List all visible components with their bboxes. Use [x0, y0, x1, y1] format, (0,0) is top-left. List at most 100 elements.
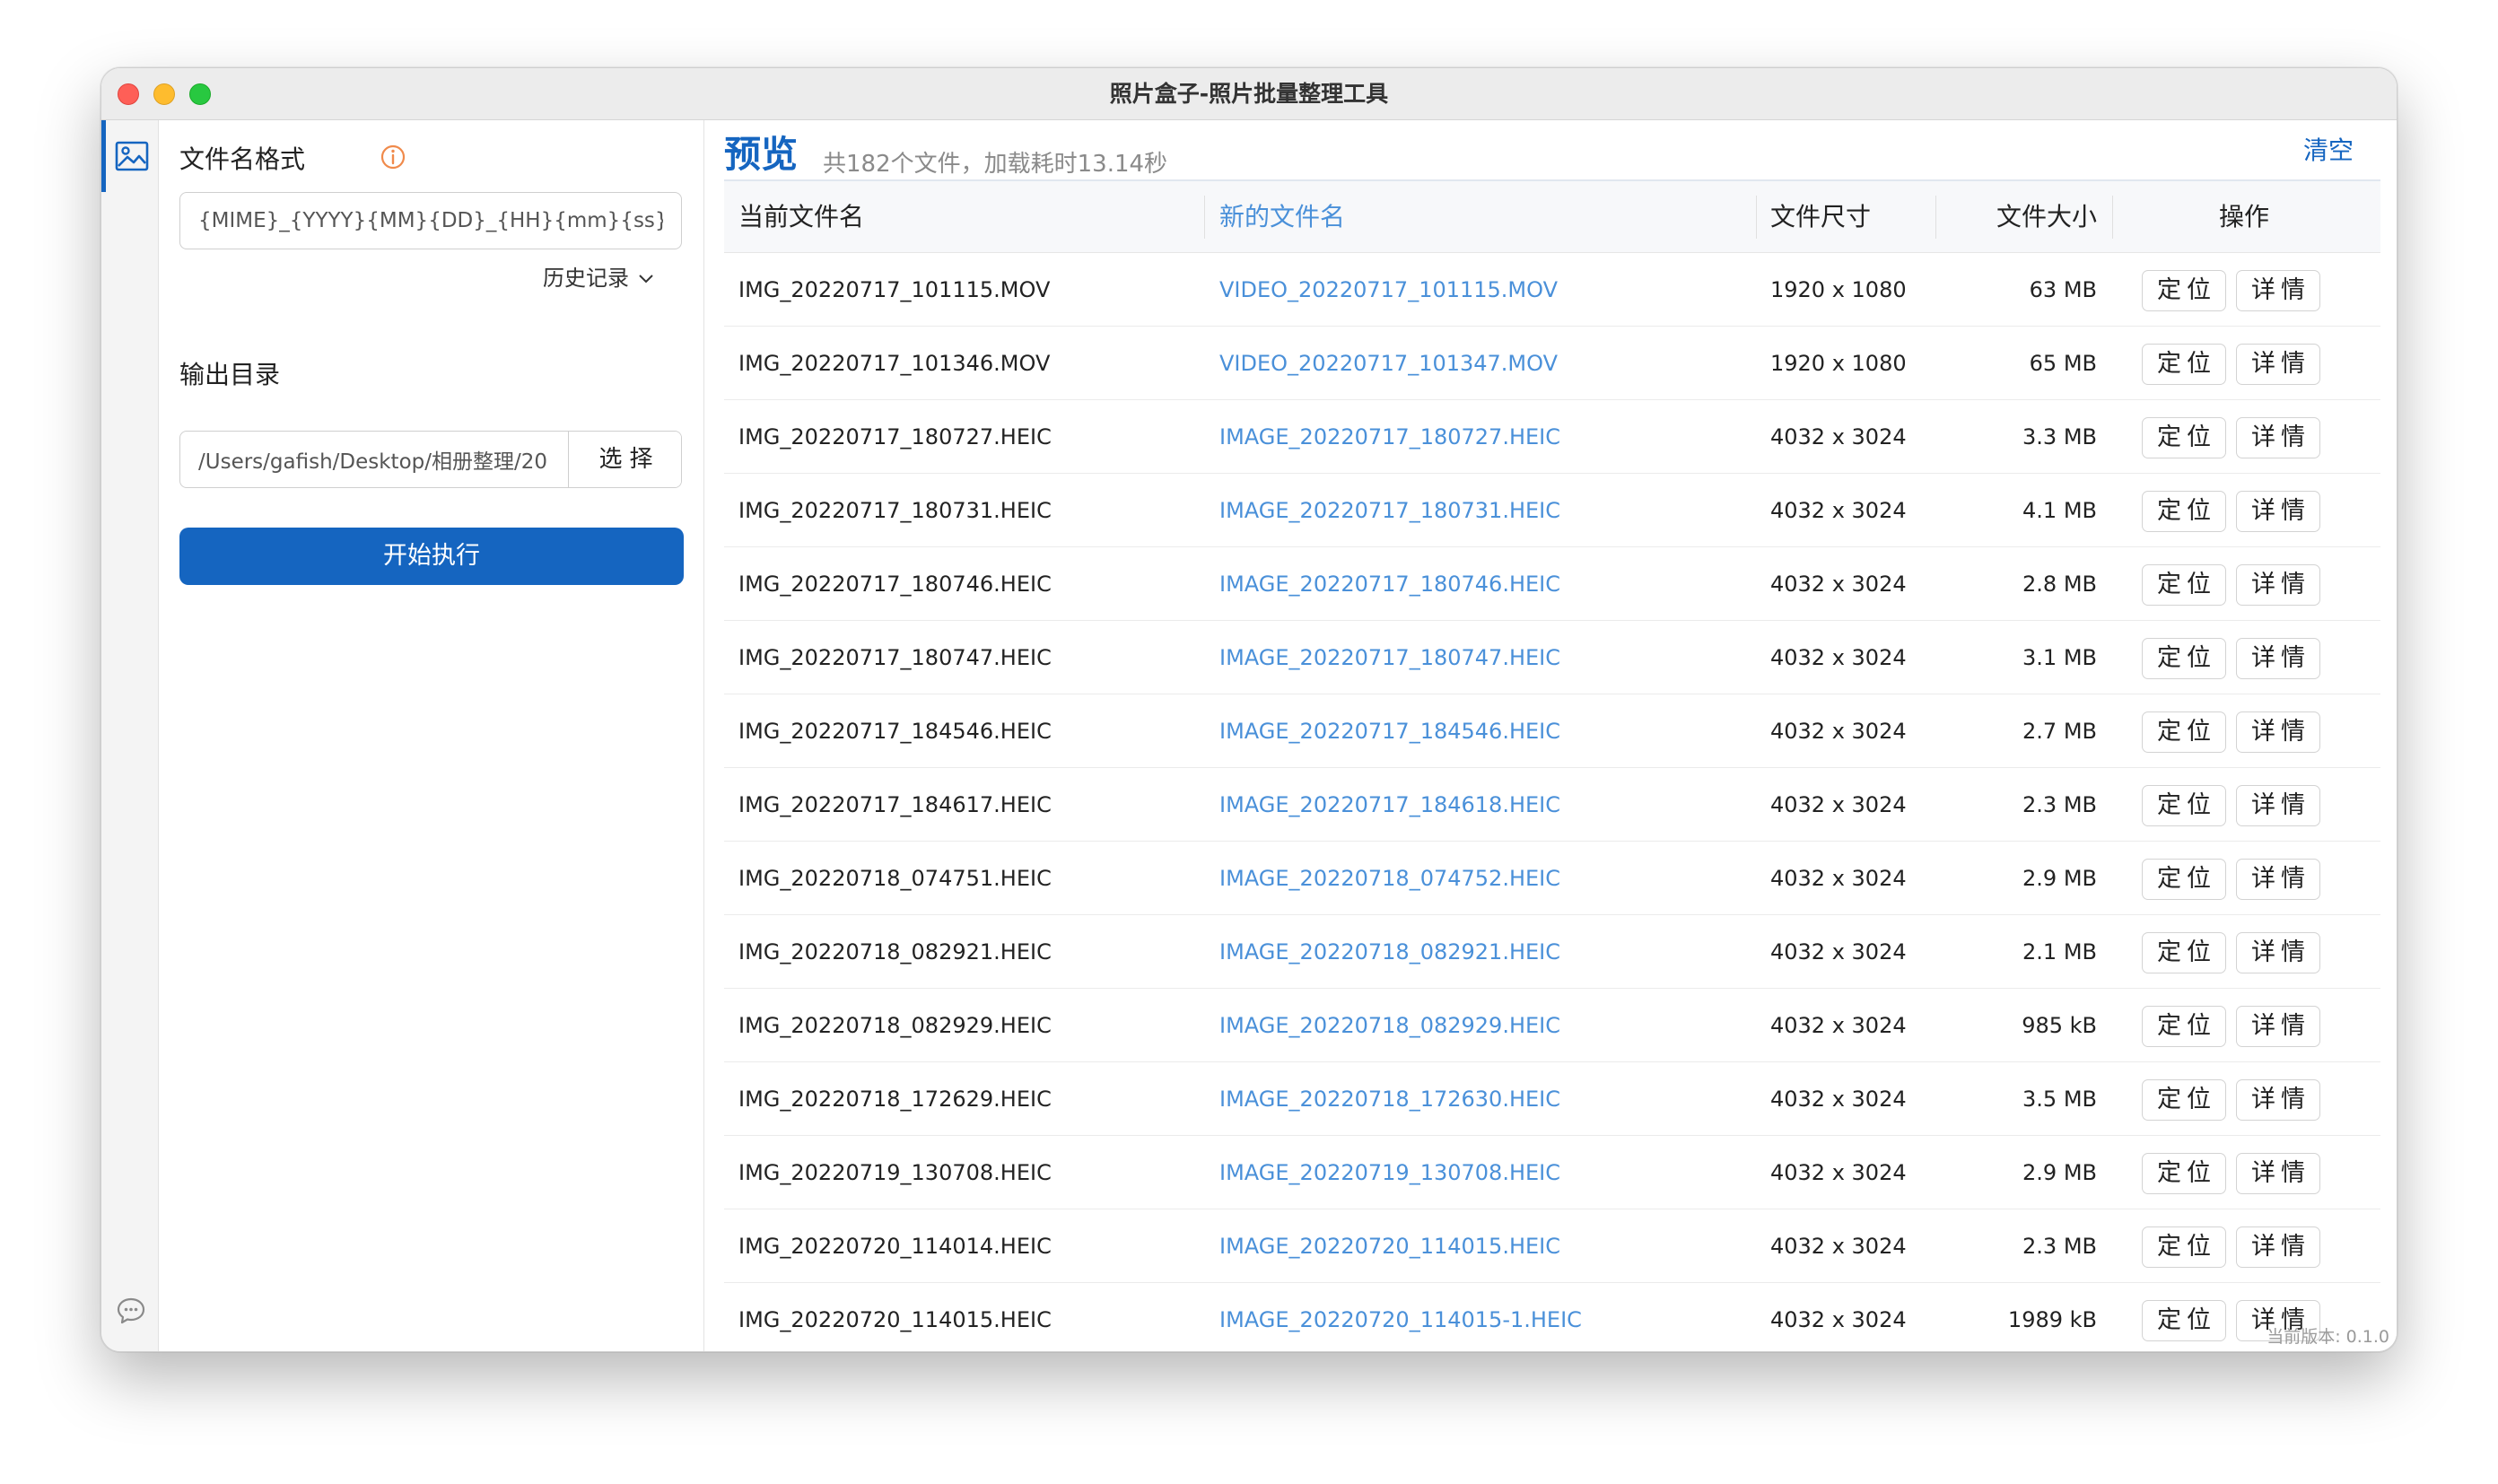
- detail-button[interactable]: 详情: [2236, 1226, 2320, 1268]
- file-dimensions: 4032 x 3024: [1770, 719, 1907, 744]
- locate-button[interactable]: 定位: [2142, 564, 2226, 606]
- column-header-file-size: 文件大小: [1996, 202, 2097, 231]
- new-filename[interactable]: IMAGE_20220717_180747.HEIC: [1219, 621, 1560, 694]
- new-filename[interactable]: IMAGE_20220717_184618.HEIC: [1219, 768, 1560, 842]
- locate-button[interactable]: 定位: [2142, 270, 2226, 311]
- detail-button[interactable]: 详情: [2236, 564, 2320, 606]
- detail-button[interactable]: 详情: [2236, 1006, 2320, 1047]
- icon-sidebar: [101, 120, 159, 1351]
- chat-icon[interactable]: [116, 1296, 146, 1330]
- current-filename: IMG_20220717_180747.HEIC: [738, 645, 1052, 670]
- locate-button[interactable]: 定位: [2142, 859, 2226, 900]
- table-row: IMG_20220717_180747.HEIC IMAGE_20220717_1…: [724, 621, 2380, 694]
- locate-button[interactable]: 定位: [2142, 1079, 2226, 1121]
- file-size: 2.8 MB: [2022, 572, 2097, 597]
- table-row: IMG_20220717_101346.MOV VIDEO_20220717_10…: [724, 327, 2380, 400]
- run-button[interactable]: 开始执行: [179, 528, 684, 585]
- column-header-new-name: 新的文件名: [1219, 202, 1346, 231]
- locate-button[interactable]: 定位: [2142, 491, 2226, 532]
- locate-button[interactable]: 定位: [2142, 1300, 2226, 1341]
- locate-button[interactable]: 定位: [2142, 1226, 2226, 1268]
- file-dimensions: 1920 x 1080: [1770, 277, 1907, 302]
- new-filename[interactable]: IMAGE_20220718_082921.HEIC: [1219, 915, 1560, 989]
- detail-button[interactable]: 详情: [2236, 785, 2320, 826]
- info-icon[interactable]: [380, 144, 406, 174]
- column-divider: [1204, 196, 1205, 239]
- detail-button[interactable]: 详情: [2236, 638, 2320, 679]
- new-filename[interactable]: IMAGE_20220717_184546.HEIC: [1219, 694, 1560, 768]
- column-header-current-name: 当前文件名: [738, 202, 865, 231]
- new-filename[interactable]: IMAGE_20220717_180746.HEIC: [1219, 547, 1560, 621]
- new-filename[interactable]: IMAGE_20220720_114015.HEIC: [1219, 1209, 1560, 1283]
- detail-button[interactable]: 详情: [2236, 491, 2320, 532]
- locate-button[interactable]: 定位: [2142, 417, 2226, 458]
- table-row: IMG_20220718_074751.HEIC IMAGE_20220718_0…: [724, 842, 2380, 915]
- file-dimensions: 4032 x 3024: [1770, 1307, 1907, 1332]
- file-size: 2.9 MB: [2022, 1160, 2097, 1185]
- current-filename: IMG_20220717_101346.MOV: [738, 351, 1051, 376]
- locate-button[interactable]: 定位: [2142, 711, 2226, 753]
- table-row: IMG_20220717_184546.HEIC IMAGE_20220717_1…: [724, 694, 2380, 768]
- history-dropdown[interactable]: 历史记录: [543, 260, 654, 292]
- title-bar: 照片盒子-照片批量整理工具: [101, 68, 2397, 120]
- file-dimensions: 4032 x 3024: [1770, 939, 1907, 965]
- new-filename[interactable]: VIDEO_20220717_101347.MOV: [1219, 327, 1558, 400]
- file-size: 3.1 MB: [2022, 645, 2097, 670]
- detail-button[interactable]: 详情: [2236, 711, 2320, 753]
- current-filename: IMG_20220720_114014.HEIC: [738, 1234, 1052, 1259]
- file-size: 2.3 MB: [2022, 792, 2097, 817]
- output-dir-input[interactable]: [180, 432, 568, 487]
- detail-button[interactable]: 详情: [2236, 270, 2320, 311]
- file-size: 63 MB: [2029, 277, 2097, 302]
- photo-icon[interactable]: [114, 138, 150, 178]
- clear-button[interactable]: 清空: [2303, 131, 2354, 167]
- new-filename[interactable]: IMAGE_20220718_172630.HEIC: [1219, 1062, 1560, 1136]
- new-filename[interactable]: IMAGE_20220719_130708.HEIC: [1219, 1136, 1560, 1209]
- chevron-down-icon: [638, 275, 653, 284]
- file-table-body: IMG_20220717_101115.MOV VIDEO_20220717_10…: [724, 253, 2380, 1351]
- table-row: IMG_20220719_130708.HEIC IMAGE_20220719_1…: [724, 1136, 2380, 1209]
- table-row: IMG_20220717_184617.HEIC IMAGE_20220717_1…: [724, 768, 2380, 842]
- preview-summary: 共182个文件，加载耗时13.14秒: [823, 151, 1168, 178]
- table-row: IMG_20220718_172629.HEIC IMAGE_20220718_1…: [724, 1062, 2380, 1136]
- detail-button[interactable]: 详情: [2236, 932, 2320, 973]
- detail-button[interactable]: 详情: [2236, 344, 2320, 385]
- locate-button[interactable]: 定位: [2142, 932, 2226, 973]
- locate-button[interactable]: 定位: [2142, 638, 2226, 679]
- detail-button[interactable]: 详情: [2236, 1153, 2320, 1194]
- current-filename: IMG_20220717_180746.HEIC: [738, 572, 1052, 597]
- table-row: IMG_20220718_082929.HEIC IMAGE_20220718_0…: [724, 989, 2380, 1062]
- current-filename: IMG_20220718_172629.HEIC: [738, 1087, 1052, 1112]
- file-dimensions: 4032 x 3024: [1770, 645, 1907, 670]
- locate-button[interactable]: 定位: [2142, 785, 2226, 826]
- file-dimensions: 4032 x 3024: [1770, 498, 1907, 523]
- file-dimensions: 4032 x 3024: [1770, 572, 1907, 597]
- new-filename[interactable]: VIDEO_20220717_101115.MOV: [1219, 253, 1558, 327]
- new-filename[interactable]: IMAGE_20220718_082929.HEIC: [1219, 989, 1560, 1062]
- column-divider: [1756, 196, 1757, 239]
- new-filename[interactable]: IMAGE_20220717_180731.HEIC: [1219, 474, 1560, 547]
- detail-button[interactable]: 详情: [2236, 859, 2320, 900]
- output-label: 输出目录: [179, 360, 281, 389]
- file-size: 2.9 MB: [2022, 866, 2097, 891]
- table-row: IMG_20220717_101115.MOV VIDEO_20220717_10…: [724, 253, 2380, 327]
- new-filename[interactable]: IMAGE_20220720_114015-1.HEIC: [1219, 1283, 1582, 1351]
- file-dimensions: 4032 x 3024: [1770, 792, 1907, 817]
- table-header: 当前文件名 新的文件名 文件尺寸 文件大小 操作: [724, 181, 2380, 253]
- filename-format-input[interactable]: [179, 192, 682, 249]
- detail-button[interactable]: 详情: [2236, 1079, 2320, 1121]
- file-size: 3.3 MB: [2022, 424, 2097, 450]
- current-filename: IMG_20220717_184546.HEIC: [738, 719, 1052, 744]
- locate-button[interactable]: 定位: [2142, 1153, 2226, 1194]
- table-row: IMG_20220717_180746.HEIC IMAGE_20220717_1…: [724, 547, 2380, 621]
- choose-dir-button[interactable]: 选择: [568, 432, 681, 487]
- file-dimensions: 1920 x 1080: [1770, 351, 1907, 376]
- locate-button[interactable]: 定位: [2142, 1006, 2226, 1047]
- format-label: 文件名格式: [179, 144, 306, 174]
- new-filename[interactable]: IMAGE_20220718_074752.HEIC: [1219, 842, 1560, 915]
- locate-button[interactable]: 定位: [2142, 344, 2226, 385]
- column-header-actions: 操作: [2219, 202, 2270, 231]
- file-dimensions: 4032 x 3024: [1770, 1013, 1907, 1038]
- new-filename[interactable]: IMAGE_20220717_180727.HEIC: [1219, 400, 1560, 474]
- detail-button[interactable]: 详情: [2236, 417, 2320, 458]
